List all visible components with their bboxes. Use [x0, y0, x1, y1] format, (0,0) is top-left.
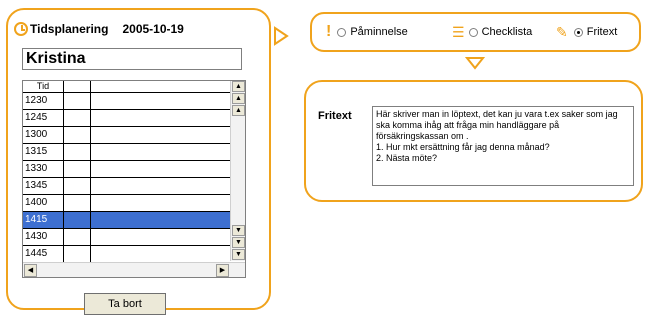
cell-divider: [63, 195, 64, 211]
expand-right-icon[interactable]: [273, 26, 289, 46]
cell-divider: [63, 127, 64, 143]
checklist-icon: ☰: [452, 24, 464, 40]
scroll-up-small-icon[interactable]: ▲: [232, 105, 245, 116]
cell-divider: [63, 178, 64, 194]
scroll-right-icon[interactable]: ▶: [216, 264, 229, 277]
time-cell: 1230: [25, 95, 48, 106]
cell-divider: [63, 110, 64, 126]
cell-divider: [63, 246, 64, 262]
table-row[interactable]: 1345: [23, 178, 230, 195]
time-cell: 1330: [25, 163, 48, 174]
time-cell: 1415: [25, 214, 48, 225]
cell-divider: [90, 110, 91, 126]
vertical-scrollbar[interactable]: ▲ ▲ ▲ ▼ ▼ ▼: [230, 81, 245, 261]
scroll-left-icon[interactable]: ◀: [24, 264, 37, 277]
cell-divider: [90, 178, 91, 194]
schedule-date: 2005-10-19: [122, 22, 184, 36]
exclamation-icon: !: [326, 23, 332, 40]
table-row[interactable]: 1330: [23, 161, 230, 178]
cell-divider: [90, 246, 91, 262]
fritext-label: Fritext: [318, 110, 352, 122]
time-cell: 1300: [25, 129, 48, 140]
option-fritext[interactable]: ✎ Fritext: [556, 24, 618, 40]
option-label: Checklista: [481, 26, 533, 38]
expand-down-icon[interactable]: [465, 56, 485, 70]
table-row[interactable]: 1445: [23, 246, 230, 263]
time-cell: 1445: [25, 248, 48, 259]
option-label: Fritext: [586, 26, 618, 38]
table-row[interactable]: 1315: [23, 144, 230, 161]
time-grid[interactable]: Tid 1230 1245 1300 1315 1330 1345 1400 1415 1430…: [22, 80, 246, 278]
column-header-blank: [63, 81, 91, 92]
type-selector: ! Påminnelse ☰ Checklista ✎ Fritext: [310, 12, 641, 52]
schedule-header: Tidsplanering 2005-10-19: [14, 20, 184, 38]
table-row[interactable]: 1230: [23, 93, 230, 110]
scroll-down-small-icon[interactable]: ▼: [232, 225, 245, 236]
table-row[interactable]: 1415: [23, 212, 230, 229]
name-field[interactable]: Kristina: [22, 48, 242, 70]
time-cell: 1400: [25, 197, 48, 208]
time-cell: 1245: [25, 112, 48, 123]
cell-divider: [90, 127, 91, 143]
cell-divider: [90, 195, 91, 211]
time-cell: 1430: [25, 231, 48, 242]
fritext-panel: Fritext Här skriver man in löptext, det …: [304, 80, 643, 202]
radio-paminnelse[interactable]: [337, 27, 347, 37]
time-cell: 1345: [25, 180, 48, 191]
cell-divider: [90, 212, 91, 228]
option-paminnelse[interactable]: ! Påminnelse: [326, 23, 408, 40]
pencil-icon: ✎: [556, 24, 568, 40]
cell-divider: [63, 161, 64, 177]
option-checklista[interactable]: ☰ Checklista: [452, 24, 533, 40]
scroll-up-icon[interactable]: ▲: [232, 81, 245, 92]
table-row[interactable]: 1245: [23, 110, 230, 127]
cell-divider: [63, 212, 64, 228]
cell-divider: [90, 144, 91, 160]
cell-divider: [90, 229, 91, 245]
horizontal-scrollbar[interactable]: ◀ ▶: [23, 262, 245, 277]
clock-icon: [14, 22, 28, 36]
column-header-tid: Tid: [23, 81, 64, 92]
option-label: Påminnelse: [350, 26, 408, 38]
table-row[interactable]: 1400: [23, 195, 230, 212]
table-row[interactable]: 1300: [23, 127, 230, 144]
cell-divider: [63, 229, 64, 245]
fritext-input[interactable]: Här skriver man in löptext, det kan ju v…: [372, 106, 634, 186]
grid-header: Tid: [23, 81, 230, 93]
cell-divider: [63, 93, 64, 109]
scroll-down-icon[interactable]: ▼: [232, 249, 245, 260]
time-cell: 1315: [25, 146, 48, 157]
delete-button[interactable]: Ta bort: [84, 293, 166, 315]
cell-divider: [90, 161, 91, 177]
cell-divider: [90, 93, 91, 109]
table-row[interactable]: 1430: [23, 229, 230, 246]
radio-fritext[interactable]: [573, 27, 583, 37]
scroll-page-up-icon[interactable]: ▲: [232, 93, 245, 104]
schedule-title: Tidsplanering: [30, 22, 109, 36]
radio-checklista[interactable]: [468, 27, 478, 37]
scroll-page-down-icon[interactable]: ▼: [232, 237, 245, 248]
cell-divider: [63, 144, 64, 160]
